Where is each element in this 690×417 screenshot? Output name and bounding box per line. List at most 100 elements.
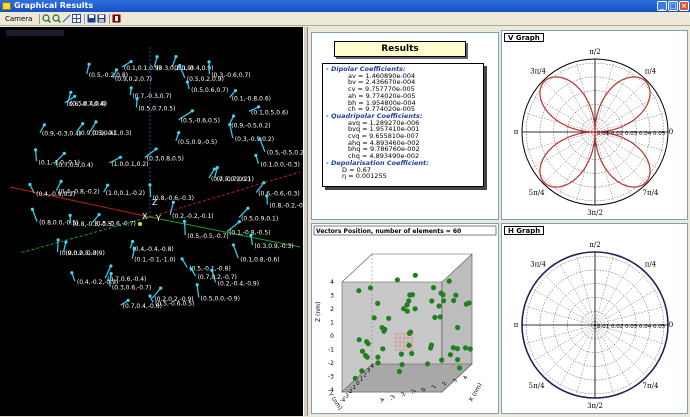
scatter-point	[448, 352, 453, 357]
scatter-point	[455, 325, 460, 330]
scatter-point	[397, 369, 402, 374]
scatter-point	[447, 279, 452, 284]
vector-arrow	[58, 240, 59, 252]
vector-label: (0.5,-0.6,-0.7)	[94, 221, 135, 228]
scatter-point	[357, 337, 362, 342]
scatter-point	[437, 303, 442, 308]
y-tick-label: 3	[367, 368, 371, 374]
vector-arrow-head	[190, 267, 193, 270]
scatter-point	[455, 357, 460, 362]
vector-arrow-head	[186, 80, 189, 83]
vector-arrow-head	[130, 86, 133, 89]
z-tick-label: -2	[328, 360, 334, 367]
polar-angle-label-left: π	[514, 128, 519, 136]
z-tick-label: 2	[330, 306, 334, 313]
toolbar-separator	[109, 14, 110, 24]
vector-arrow-head	[232, 114, 235, 117]
polar-angle-label-top: π/2	[589, 241, 600, 249]
maximize-button[interactable]: □	[668, 1, 678, 11]
vector-arrow-head	[131, 240, 134, 243]
zoom-in-icon[interactable]	[42, 14, 51, 23]
polar-grid-spoke	[595, 325, 647, 377]
vector-label: (0.1,0.0,-0.3)	[261, 162, 300, 169]
vector-label: (0.5,-0.6,0.5)	[181, 118, 220, 125]
scatter-point	[451, 298, 456, 303]
polar-grid-spoke	[595, 325, 632, 388]
vector-arrow-head	[63, 152, 66, 155]
vector-arrow-head	[73, 95, 76, 98]
polar-angle-label-br: 7π/4	[643, 189, 659, 197]
scatter-point	[466, 300, 471, 305]
z-axis-title: Z (nm)	[315, 302, 322, 322]
vector-label: (0.3,-0.6,0.7)	[211, 72, 250, 79]
vector-label: (0.3,0.8,0.5)	[147, 156, 184, 163]
scatter-point	[406, 343, 411, 348]
measure-icon[interactable]	[62, 14, 71, 23]
minimize-button[interactable]: _	[657, 1, 667, 11]
vector-label: (0.2,-0.4,-0.9)	[218, 280, 259, 287]
vector-label: (0.2,-0.2,-0.1)	[172, 213, 213, 220]
polar-grid-spoke	[559, 325, 596, 388]
vector-arrow	[197, 285, 199, 298]
scatter-point	[463, 345, 468, 350]
scatter-point	[429, 343, 434, 348]
vector-arrow-head	[64, 240, 67, 243]
z-tick-label: 4	[330, 279, 334, 286]
save-icon[interactable]	[87, 14, 96, 23]
vector-field-3d-view[interactable]: ZXY(0.1,-0.4,0.9)(0.1,0.1,0.9)(0.3,0.2,0…	[0, 27, 303, 416]
vector-arrow-head	[246, 207, 249, 210]
vector-label: (0.3,-0.9,0.2)	[235, 136, 274, 143]
grid-icon[interactable]	[72, 14, 81, 23]
scatter-point	[368, 285, 373, 290]
vector-label: (0.1,-0.1,-1.0)	[134, 257, 175, 264]
coef-eta: η = 0.001255	[326, 173, 480, 180]
z-tick-label: 0	[330, 333, 334, 340]
vector-arrow-head	[109, 264, 112, 267]
polar-angle-label-bl: 5π/4	[529, 189, 545, 197]
close-button[interactable]: ×	[679, 1, 689, 11]
scatter-point	[366, 341, 371, 346]
polar-grid-spoke	[595, 325, 614, 396]
vector-label: (0.8,-0.6,-0.3)	[153, 195, 194, 202]
vector-arrow-head	[181, 257, 184, 260]
scatter-point	[360, 349, 365, 354]
vector-label: (1.0,0.1,0.2)	[111, 161, 148, 168]
polar-grid-spoke	[532, 289, 595, 326]
polar-grid-spoke	[595, 273, 647, 325]
vector-arrow-head	[216, 166, 219, 169]
save-as-icon[interactable]	[97, 14, 106, 23]
results-area: Results - Dipolar Coefficients: av = 1.4…	[308, 27, 690, 416]
polar-grid-spoke	[595, 80, 647, 132]
scatter-point	[375, 355, 380, 360]
camera-menu[interactable]: Camera	[0, 15, 37, 23]
polar-grid-spoke	[576, 325, 595, 396]
vector-arrow-head	[191, 109, 194, 112]
scatter-title: Vectors Position, number of elements = 6…	[316, 228, 461, 235]
vector-arrow-head	[43, 123, 46, 126]
results-panel: Results - Dipolar Coefficients: av = 1.4…	[311, 32, 499, 220]
vector-label: (0.5,0.7,0.5)	[138, 106, 175, 113]
vector-arrow-head	[148, 294, 151, 297]
view-hint-bar	[6, 30, 64, 36]
y-tick-label: 1	[360, 377, 364, 383]
polar-grid-spoke	[595, 306, 666, 325]
app-window: Graphical Results _ □ × Camera ZXY(0.1,-…	[0, 0, 690, 416]
vector-arrow-head	[31, 208, 34, 211]
exit-icon[interactable]	[112, 14, 121, 23]
scatter-point	[431, 285, 436, 290]
h-graph-panel: H Graph π/23π/2π03π/4π/45π/47π/40.01 0.0…	[501, 223, 688, 414]
scatter-point	[455, 346, 460, 351]
vector-label: (0.3,0.2,0.9)	[156, 65, 193, 72]
x-axis-title: X (nm)	[468, 382, 484, 403]
polar-grid-spoke	[576, 254, 595, 325]
vector-arrow-head	[119, 156, 122, 159]
vector-arrow-head	[177, 131, 180, 134]
zoom-out-icon[interactable]	[52, 14, 61, 23]
x-tick-label: -4	[379, 397, 387, 405]
cube-top-edge	[342, 254, 372, 282]
polar-angle-label-tl: 3π/4	[530, 261, 546, 269]
vector-label: (0.1,0.5,0.6)	[251, 109, 288, 116]
vector-arrow-head	[178, 64, 181, 67]
vector-arrow-head	[207, 60, 210, 63]
vector-arrow-head	[69, 214, 72, 217]
